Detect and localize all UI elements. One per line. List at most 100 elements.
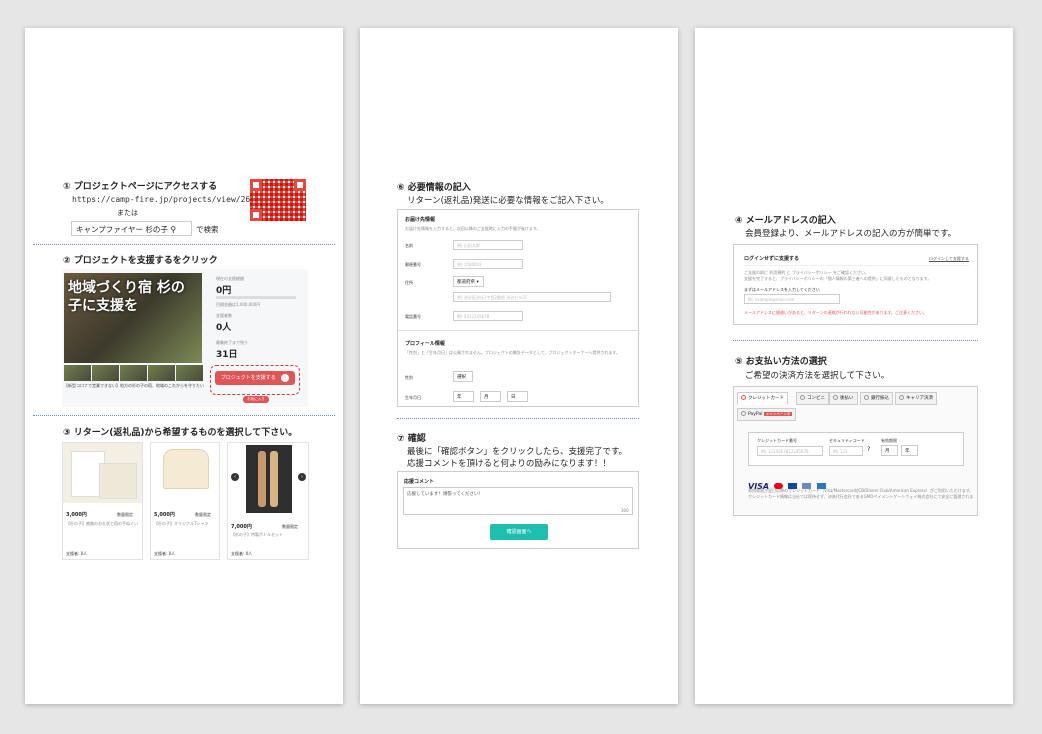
radio-icon: [741, 411, 746, 416]
bottle-box: [246, 445, 292, 513]
step4-title: ④ メールアドレスの記入: [735, 216, 836, 226]
radio-icon: [741, 395, 746, 400]
tab-label: 銀行振込: [871, 396, 889, 401]
reward-footer-2: 支援者: 0人: [154, 551, 176, 556]
prefecture-select[interactable]: 都道府県 ▾: [453, 276, 484, 287]
step3-title: ③ リターン(返礼品)から希望するものを選択して下さい。: [63, 428, 298, 438]
birth-month-select[interactable]: 月: [480, 391, 501, 402]
support-button-label: プロジェクトを支援する: [220, 375, 276, 381]
form-note: お届け先情報を入力すると、次回以降のご支援時に入力の手間が省けます。: [405, 226, 541, 231]
address-input[interactable]: 例) 渋谷区渋谷1丁目2番地 渋谷ビル2F: [453, 292, 611, 302]
reward-image-3: ‹ ›: [228, 443, 308, 513]
card-fields: クレジットカード番号 例) 1234567812345678 セキュリティコード…: [748, 432, 964, 466]
birth-year-select[interactable]: 年: [453, 391, 474, 402]
login-link[interactable]: ログインして支援する: [929, 256, 969, 262]
carousel-next-icon[interactable]: ›: [298, 473, 306, 481]
qr-code[interactable]: [250, 179, 306, 221]
profile-note: 「性別」と「生年月日」は公開されません。プロジェクトの集計データとして、プロジェ…: [405, 350, 621, 355]
comment-title: 応援コメント: [404, 479, 435, 485]
guest-title: ログインせずに支援する: [744, 256, 800, 262]
email-input[interactable]: 例) example@mail.com: [744, 294, 840, 304]
step6-subtitle: リターン(返礼品)発送に必要な情報をご記入下さい。: [407, 196, 609, 206]
project-panel: 地域づくり宿 杉の子に支援を 現在の支援総額 0円 目標金額は1,000,000…: [62, 269, 308, 407]
help-icon[interactable]: ?: [867, 446, 870, 453]
step7-line2: 応援コメントを頂けると何よりの励みになります！！: [407, 459, 611, 469]
card-note-2: クレジットカード情報は当社では保持せず、決済代行会社であるGMOペイメントゲート…: [748, 494, 973, 499]
comment-textarea[interactable]: 応援しています！頑張ってください！: [403, 487, 633, 515]
tab-credit-card[interactable]: クレジットカード: [737, 392, 788, 405]
payment-box: クレジットカード コンビニ 後払い 銀行振込 キャリア決済 PayPal キャン…: [733, 386, 978, 516]
project-url[interactable]: https://camp-fire.jp/projects/view/26838…: [72, 195, 269, 204]
radio-icon: [864, 395, 869, 400]
expiry-label: 有効期限: [881, 438, 897, 443]
tel-label: 電話番号: [405, 314, 421, 319]
tab-label: 後払い: [840, 396, 854, 401]
tab-convenience[interactable]: コンビニ: [796, 392, 829, 405]
backers-label: 支援者数: [216, 313, 232, 318]
search-icon: ⚲: [170, 225, 177, 234]
reward-image-1: [63, 443, 142, 503]
cvc-input[interactable]: 例) 123: [829, 446, 863, 456]
reward-price-3: 7,000円: [231, 524, 252, 530]
search-box[interactable]: キャンプファイヤー 杉の子 ⚲: [71, 221, 192, 236]
step4-subtitle: 会員登録より、メールアドレスの記入の方が簡単です。: [745, 229, 957, 239]
step1-title: ① プロジェクトページにアクセスする: [63, 182, 218, 192]
carousel-prev-icon[interactable]: ‹: [231, 473, 239, 481]
raised-value: 0円: [216, 286, 232, 296]
step6-title: ⑥ 必要情報の記入: [397, 183, 471, 193]
name-input[interactable]: 例) 山田太郎: [453, 240, 523, 250]
section-divider: [398, 330, 638, 331]
shipping-form: お届け先情報 お届け先情報を入力すると、次回以降のご支援時に入力の手間が省けます…: [397, 209, 639, 407]
project-main-image: 地域づくり宿 杉の子に支援を: [64, 273, 202, 363]
support-project-button[interactable]: プロジェクトを支援する ›: [215, 371, 295, 385]
expiry-month-select[interactable]: 月: [881, 445, 898, 456]
thumb-5[interactable]: [176, 365, 203, 381]
thumb-3[interactable]: [120, 365, 147, 381]
page-1: ① プロジェクトページにアクセスする https://camp-fire.jp/…: [25, 28, 343, 704]
page-3: ④ メールアドレスの記入 会員登録より、メールアドレスの記入の方が簡単です。 ロ…: [695, 28, 1013, 704]
reward-card-1[interactable]: 3,000円 数量限定 【杉の子】感謝のお礼状と宿の手ぬぐい 支援者: 0人: [62, 442, 143, 560]
comment-text: 応援しています！頑張ってください！: [407, 492, 484, 497]
step7-line1: 最後に「確認ボタン」をクリックしたら、支援完了です。: [407, 447, 628, 457]
confirm-button[interactable]: 確認画面へ: [490, 524, 548, 540]
reward-card-2[interactable]: 5,000円 数量限定 【杉の子】オリジナルTシャツ 支援者: 0人: [150, 442, 220, 560]
search-term: キャンプファイヤー 杉の子: [76, 225, 168, 234]
reward-card-3[interactable]: ‹ › 7,000円 数量限定 【杉の子】特製ボトルセット 支援者: 0人: [227, 442, 309, 560]
search-suffix: で検索: [196, 225, 219, 234]
tab-bank[interactable]: 銀行振込: [860, 392, 893, 405]
bottle-2: [270, 451, 278, 507]
birth-day-select[interactable]: 日: [507, 391, 528, 402]
reward-desc-3: 【杉の子】特製ボトルセット: [231, 532, 283, 537]
reward-tag-2: 数量限定: [195, 512, 211, 517]
thumb-2[interactable]: [92, 365, 119, 381]
privacy-note: 支援を完了すると、プライバシーポリシーの「個人情報の第三者への提供」に同意したも…: [744, 276, 932, 281]
zip-label: 郵便番号: [405, 262, 421, 267]
radio-icon: [899, 395, 904, 400]
favorite-button[interactable]: お気に入り: [243, 396, 269, 403]
divider: [397, 418, 639, 419]
step5-subtitle: ご希望の決済方法を選択して下さい。: [745, 371, 890, 381]
project-desc: 【新型コロナで営業できない】地方の杉の子の宿、地域のこれからを守りたい: [64, 383, 204, 388]
divider: [33, 415, 335, 416]
thumb-4[interactable]: [148, 365, 175, 381]
tshirt-item: [163, 449, 209, 489]
expiry-year-select[interactable]: 年: [901, 445, 918, 456]
card-number-input[interactable]: 例) 1234567812345678: [757, 446, 823, 456]
thumb-1[interactable]: [64, 365, 91, 381]
name-label: 名前: [405, 243, 413, 248]
bottle-1: [258, 451, 266, 507]
card-number-label: クレジットカード番号: [757, 438, 797, 443]
tab-paypal[interactable]: PayPal キャンペーン中: [737, 408, 797, 421]
zip-input[interactable]: 例) 1500002: [453, 259, 523, 269]
guest-email-box: ログインせずに支援する ログインして支援する ご支援の前に 利用規約 と プライ…: [733, 244, 978, 325]
towel-item: [99, 463, 137, 499]
tab-carrier[interactable]: キャリア決済: [895, 392, 937, 405]
gender-select[interactable]: 選択: [453, 371, 473, 382]
tel-input[interactable]: 例) 0312345678: [453, 311, 523, 321]
days-value: 31日: [216, 350, 238, 360]
tab-label: クレジットカード: [748, 396, 784, 401]
address-label: 住所: [405, 280, 413, 285]
reward-image-2: [151, 443, 219, 503]
birth-label: 生年月日: [405, 395, 421, 400]
tab-postpay[interactable]: 後払い: [829, 392, 858, 405]
